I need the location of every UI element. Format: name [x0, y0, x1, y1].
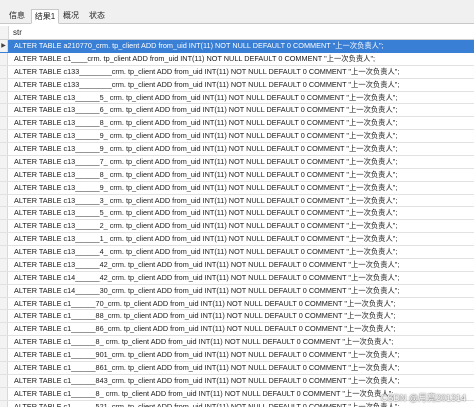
- row-selector[interactable]: [0, 117, 8, 130]
- table-row[interactable]: ALTER TABLE c13______8_ crm. tp_client A…: [0, 117, 474, 131]
- table-row[interactable]: ALTER TABLE c13______6_ crm. tp_client A…: [0, 104, 474, 118]
- row-selector[interactable]: [0, 194, 8, 207]
- row-selector[interactable]: [0, 207, 8, 220]
- row-selector[interactable]: [0, 349, 8, 361]
- header-row-selector[interactable]: [0, 26, 9, 39]
- table-cell-str[interactable]: ALTER TABLE c1______521_crm. tp_client A…: [14, 401, 399, 407]
- table-cell-str[interactable]: ALTER TABLE c1______843_crm. tp_client A…: [14, 375, 399, 388]
- table-row[interactable]: ALTER TABLE c13______4_ crm. tp_client A…: [0, 246, 474, 259]
- table-cell-str[interactable]: ALTER TABLE c13______5_ crm. tp_client A…: [14, 207, 397, 220]
- row-selector[interactable]: [0, 336, 8, 348]
- row-selector[interactable]: [0, 181, 8, 194]
- tab-overview[interactable]: 概况: [60, 9, 82, 24]
- row-selector[interactable]: [0, 65, 8, 78]
- row-selector[interactable]: [0, 271, 8, 284]
- row-selector[interactable]: [0, 284, 8, 297]
- table-cell-str[interactable]: ALTER TABLE c13______8_ crm. tp_client A…: [14, 169, 397, 182]
- row-selector[interactable]: [0, 361, 8, 374]
- current-row-marker[interactable]: ▶: [0, 40, 8, 52]
- tab-status[interactable]: 状态: [86, 9, 108, 24]
- table-row[interactable]: ALTER TABLE c13______9_ crm. tp_client A…: [0, 130, 474, 143]
- table-row[interactable]: ALTER TABLE c13______7_ crm. tp_client A…: [0, 155, 474, 169]
- row-selector[interactable]: [0, 323, 8, 336]
- table-row[interactable]: ALTER TABLE c13______5_ crm. tp_client A…: [0, 207, 474, 221]
- table-row[interactable]: ALTER TABLE c13______3_ crm. tp_client A…: [0, 194, 474, 208]
- row-selector[interactable]: [0, 168, 8, 181]
- table-cell-str[interactable]: ALTER TABLE c13______6_ crm. tp_client A…: [14, 104, 397, 117]
- row-selector[interactable]: [0, 155, 8, 168]
- table-cell-str[interactable]: ALTER TABLE c1______88_crm. tp_client AD…: [14, 310, 395, 323]
- table-cell-str[interactable]: ALTER TABLE c13______9_ crm. tp_client A…: [14, 130, 397, 143]
- table-cell-str[interactable]: ALTER TABLE c13______8_ crm. tp_client A…: [14, 117, 397, 130]
- table-row[interactable]: ALTER TABLE c1______901_crm. tp_client A…: [0, 349, 474, 362]
- table-cell-str[interactable]: ALTER TABLE c133________crm. tp_client A…: [14, 79, 399, 92]
- table-row[interactable]: ALTER TABLE c133________crm. tp_client A…: [0, 65, 474, 79]
- table-row[interactable]: ALTER TABLE c133________crm. tp_client A…: [0, 78, 474, 92]
- table-row[interactable]: ALTER TABLE c14______42_crm. tp_client A…: [0, 271, 474, 285]
- row-selector[interactable]: [0, 258, 8, 271]
- table-cell-str[interactable]: ALTER TABLE c1______861_crm. tp_client A…: [14, 362, 399, 375]
- tab-info[interactable]: 信息: [6, 9, 28, 24]
- table-row[interactable]: ALTER TABLE c1______70_crm. tp_client AD…: [0, 297, 474, 311]
- table-row[interactable]: ALTER TABLE c1______88_crm. tp_client AD…: [0, 310, 474, 324]
- table-row[interactable]: ALTER TABLE c13______5_ crm. tp_client A…: [0, 91, 474, 105]
- table-cell-str[interactable]: ALTER TABLE a210770_crm. tp_client ADD f…: [14, 40, 384, 53]
- row-selector[interactable]: [0, 91, 8, 104]
- table-cell-str[interactable]: ALTER TABLE c1______901_crm. tp_client A…: [14, 349, 399, 362]
- table-row[interactable]: ALTER TABLE c1______861_crm. tp_client A…: [0, 361, 474, 375]
- result-grid[interactable]: ▶ ALTER TABLE a210770_crm. tp_client ADD …: [0, 40, 474, 407]
- row-selector[interactable]: [0, 220, 8, 233]
- table-cell-str[interactable]: ALTER TABLE c13______5_ crm. tp_client A…: [14, 92, 397, 105]
- table-cell-str[interactable]: ALTER TABLE c14______42_crm. tp_client A…: [14, 272, 399, 285]
- table-row[interactable]: ALTER TABLE c13______9_ crm. tp_client A…: [0, 181, 474, 195]
- column-header-str[interactable]: str: [13, 28, 22, 37]
- watermark: CSDN @月亮201314: [380, 393, 466, 403]
- table-cell-str[interactable]: ALTER TABLE c14______30_crm. tp_client A…: [14, 285, 399, 298]
- table-row[interactable]: ALTER TABLE c13______1_ crm. tp_client A…: [0, 233, 474, 246]
- table-row[interactable]: ALTER TABLE c13______9_ crm. tp_client A…: [0, 143, 474, 156]
- table-row[interactable]: ALTER TABLE c1______86_crm. tp_client AD…: [0, 323, 474, 337]
- table-cell-str[interactable]: ALTER TABLE c1______8_ crm. tp_client AD…: [14, 388, 393, 401]
- table-cell-str[interactable]: ALTER TABLE c1____crm. tp_client ADD fro…: [14, 53, 375, 66]
- table-cell-str[interactable]: ALTER TABLE c13______4_ crm. tp_client A…: [14, 246, 397, 259]
- table-row[interactable]: ALTER TABLE c1______843_crm. tp_client A…: [0, 374, 474, 388]
- table-row[interactable]: ALTER TABLE c14______30_crm. tp_client A…: [0, 284, 474, 298]
- table-row[interactable]: ALTER TABLE c1____crm. tp_client ADD fro…: [0, 52, 474, 66]
- row-selector[interactable]: [0, 78, 8, 91]
- table-cell-str[interactable]: ALTER TABLE c133________crm. tp_client A…: [14, 66, 399, 79]
- table-cell-str[interactable]: ALTER TABLE c1______8_ crm. tp_client AD…: [14, 336, 393, 349]
- table-cell-str[interactable]: ALTER TABLE c13______2_ crm. tp_client A…: [14, 220, 397, 233]
- result-tab-bar: 信息 结果1 概况 状态: [0, 0, 474, 24]
- row-selector[interactable]: [0, 143, 8, 155]
- table-cell-str[interactable]: ALTER TABLE c13______7_ crm. tp_client A…: [14, 156, 397, 169]
- table-row[interactable]: ALTER TABLE c1______8_ crm. tp_client AD…: [0, 336, 474, 349]
- table-row[interactable]: ALTER TABLE c13______42_crm. tp_client A…: [0, 258, 474, 272]
- row-selector[interactable]: [0, 374, 8, 387]
- row-selector[interactable]: [0, 52, 8, 65]
- row-selector[interactable]: [0, 400, 8, 407]
- row-selector[interactable]: [0, 233, 8, 245]
- row-selector[interactable]: [0, 387, 8, 400]
- table-cell-str[interactable]: ALTER TABLE c13______3_ crm. tp_client A…: [14, 195, 397, 208]
- table-cell-str[interactable]: ALTER TABLE c1______86_crm. tp_client AD…: [14, 323, 395, 336]
- table-row[interactable]: ALTER TABLE c13______8_ crm. tp_client A…: [0, 168, 474, 182]
- row-selector[interactable]: [0, 246, 8, 258]
- row-selector[interactable]: [0, 130, 8, 142]
- table-cell-str[interactable]: ALTER TABLE c13______9_ crm. tp_client A…: [14, 143, 397, 156]
- row-selector[interactable]: [0, 297, 8, 310]
- tab-result-1[interactable]: 结果1: [31, 9, 59, 24]
- table-cell-str[interactable]: ALTER TABLE c13______42_crm. tp_client A…: [14, 259, 399, 272]
- table-row[interactable]: ▶ ALTER TABLE a210770_crm. tp_client ADD …: [0, 40, 474, 53]
- row-selector[interactable]: [0, 310, 8, 323]
- column-header-row: str: [0, 26, 474, 40]
- table-cell-str[interactable]: ALTER TABLE c1______70_crm. tp_client AD…: [14, 298, 395, 311]
- table-cell-str[interactable]: ALTER TABLE c13______9_ crm. tp_client A…: [14, 182, 397, 195]
- row-selector[interactable]: [0, 104, 8, 117]
- table-cell-str[interactable]: ALTER TABLE c13______1_ crm. tp_client A…: [14, 233, 397, 246]
- table-row[interactable]: ALTER TABLE c13______2_ crm. tp_client A…: [0, 220, 474, 234]
